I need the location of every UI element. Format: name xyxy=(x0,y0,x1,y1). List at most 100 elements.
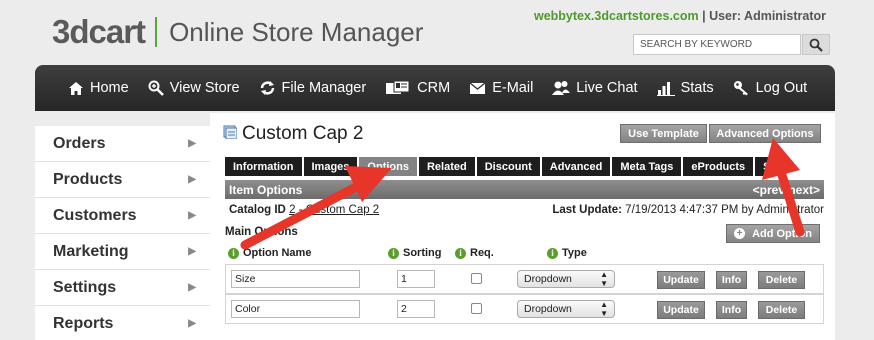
update-button[interactable]: Update xyxy=(657,271,705,289)
catalog-link[interactable]: 2 - Custom Cap 2 xyxy=(289,204,379,216)
sidebar-item-products[interactable]: Products ▶ xyxy=(35,162,210,198)
nav-log-out[interactable]: Log Out xyxy=(733,65,808,111)
catalog-label: Catalog ID xyxy=(229,204,286,216)
triangle-right-icon: ▶ xyxy=(188,246,196,257)
tab-related[interactable]: Related xyxy=(418,157,477,176)
brand-logo: 3dcart xyxy=(52,13,146,50)
sidebar-item-label: Orders xyxy=(53,134,106,152)
option-name-input[interactable]: Color xyxy=(231,300,360,318)
nav-log-out-label: Log Out xyxy=(755,80,808,96)
search-icon xyxy=(809,38,823,52)
type-select[interactable]: Dropdown ▲ ▼ xyxy=(517,300,615,318)
section-title: Item Options xyxy=(229,182,303,197)
updown-arrow-icon: ▲ ▼ xyxy=(600,300,608,318)
table-row: Color 2 Dropdown ▲ ▼ Update Info Delete xyxy=(225,294,824,324)
triangle-right-icon: ▶ xyxy=(188,282,196,293)
option-name-input[interactable]: Size xyxy=(231,270,360,288)
sidebar-item-label: Settings xyxy=(53,278,117,296)
sidebar-item-settings[interactable]: Settings ▶ xyxy=(35,270,210,306)
logo-divider xyxy=(155,17,158,47)
type-select[interactable]: Dropdown ▲ ▼ xyxy=(517,270,615,288)
required-checkbox[interactable] xyxy=(471,303,482,314)
crm-cards-icon xyxy=(385,80,411,96)
nav-file-manager[interactable]: File Manager xyxy=(259,65,366,111)
tab-st[interactable]: St xyxy=(755,157,785,176)
product-icon xyxy=(223,123,238,145)
sidebar: Orders ▶ Products ▶ Customers ▶ Marketing ▶ … xyxy=(35,126,210,340)
sidebar-item-reports[interactable]: Reports ▶ xyxy=(35,306,210,340)
nav-view-store-label: View Store xyxy=(169,80,240,96)
nav-live-chat-label: Live Chat xyxy=(576,80,638,96)
column-label: Sorting xyxy=(403,247,442,259)
nav-stats[interactable]: Stats xyxy=(656,65,714,111)
nav-live-chat[interactable]: Live Chat xyxy=(552,65,638,111)
add-option-button[interactable]: + Add Option xyxy=(726,224,820,243)
sidebar-item-label: Customers xyxy=(53,206,137,224)
product-meta: Catalog ID 2 - Custom Cap 2 Last Update:… xyxy=(229,204,824,216)
tab-bar: Information Images Options Related Disco… xyxy=(225,157,785,176)
type-select-value: Dropdown xyxy=(524,303,572,315)
sidebar-item-customers[interactable]: Customers ▶ xyxy=(35,198,210,234)
updown-arrow-icon: ▲ ▼ xyxy=(600,270,608,288)
tab-eproducts[interactable]: eProducts xyxy=(683,157,756,176)
key-icon xyxy=(733,80,750,96)
sorting-input[interactable]: 1 xyxy=(397,270,435,288)
app-title: Online Store Manager xyxy=(169,16,424,47)
tab-advanced[interactable]: Advanced xyxy=(541,157,613,176)
required-checkbox[interactable] xyxy=(471,273,482,284)
home-icon xyxy=(68,81,84,96)
nav-crm[interactable]: CRM xyxy=(385,65,450,111)
main-nav: Home View Store File Manager CRM E-Mail … xyxy=(35,65,835,111)
search-input[interactable]: SEARCH BY KEYWORD xyxy=(633,34,801,55)
column-header-sorting: i Sorting xyxy=(388,247,442,259)
add-option-label: Add Option xyxy=(752,227,812,240)
pager-links[interactable]: <prev next> xyxy=(753,183,820,197)
sidebar-item-label: Products xyxy=(53,170,123,188)
sync-icon xyxy=(259,80,276,96)
tab-information[interactable]: Information xyxy=(225,157,304,176)
column-label: Type xyxy=(562,247,587,259)
tab-images[interactable]: Images xyxy=(303,157,360,176)
info-icon[interactable]: i xyxy=(455,247,466,259)
delete-button[interactable]: Delete xyxy=(758,301,805,319)
page-title-text: Custom Cap 2 xyxy=(242,123,364,144)
sorting-input[interactable]: 2 xyxy=(397,300,435,318)
info-icon[interactable]: i xyxy=(547,247,558,259)
tab-discount[interactable]: Discount xyxy=(476,157,542,176)
column-header-type: i Type xyxy=(547,247,587,259)
nav-email[interactable]: E-Mail xyxy=(469,65,533,111)
store-link[interactable]: webbytex.3dcartstores.com xyxy=(534,9,699,23)
plus-icon: + xyxy=(734,228,746,239)
nav-home-label: Home xyxy=(90,80,129,96)
column-header-name: i Option Name xyxy=(228,247,311,259)
use-template-button[interactable]: Use Template xyxy=(620,124,707,143)
sidebar-item-orders[interactable]: Orders ▶ xyxy=(35,126,210,162)
triangle-right-icon: ▶ xyxy=(188,174,196,185)
tab-meta-tags[interactable]: Meta Tags xyxy=(612,157,684,176)
nav-stats-label: Stats xyxy=(680,80,714,96)
advanced-options-button[interactable]: Advanced Options xyxy=(709,124,821,143)
nav-view-store[interactable]: View Store xyxy=(148,65,240,111)
main-panel: Custom Cap 2 Use Template Advanced Optio… xyxy=(210,113,835,340)
column-label: Req. xyxy=(470,247,494,259)
logo[interactable]: 3dcart Online Store Manager xyxy=(52,12,423,52)
info-icon[interactable]: i xyxy=(388,247,399,259)
users-icon xyxy=(552,80,571,96)
info-button[interactable]: Info xyxy=(716,301,747,319)
search-button[interactable] xyxy=(802,34,830,55)
type-select-value: Dropdown xyxy=(524,273,572,285)
info-button[interactable]: Info xyxy=(716,271,747,289)
sidebar-item-label: Reports xyxy=(53,314,114,332)
last-update-value: 7/19/2013 4:47:37 PM by Administrator xyxy=(625,204,824,216)
bar-chart-icon xyxy=(656,80,675,96)
sidebar-item-marketing[interactable]: Marketing ▶ xyxy=(35,234,210,270)
magnifier-icon xyxy=(148,80,164,96)
last-update-label: Last Update: xyxy=(552,204,622,216)
info-icon[interactable]: i xyxy=(228,247,239,259)
nav-home[interactable]: Home xyxy=(68,65,129,111)
mail-icon xyxy=(469,81,486,95)
nav-crm-label: CRM xyxy=(417,80,451,96)
tab-options[interactable]: Options xyxy=(359,157,419,176)
delete-button[interactable]: Delete xyxy=(758,271,805,289)
update-button[interactable]: Update xyxy=(657,301,705,319)
